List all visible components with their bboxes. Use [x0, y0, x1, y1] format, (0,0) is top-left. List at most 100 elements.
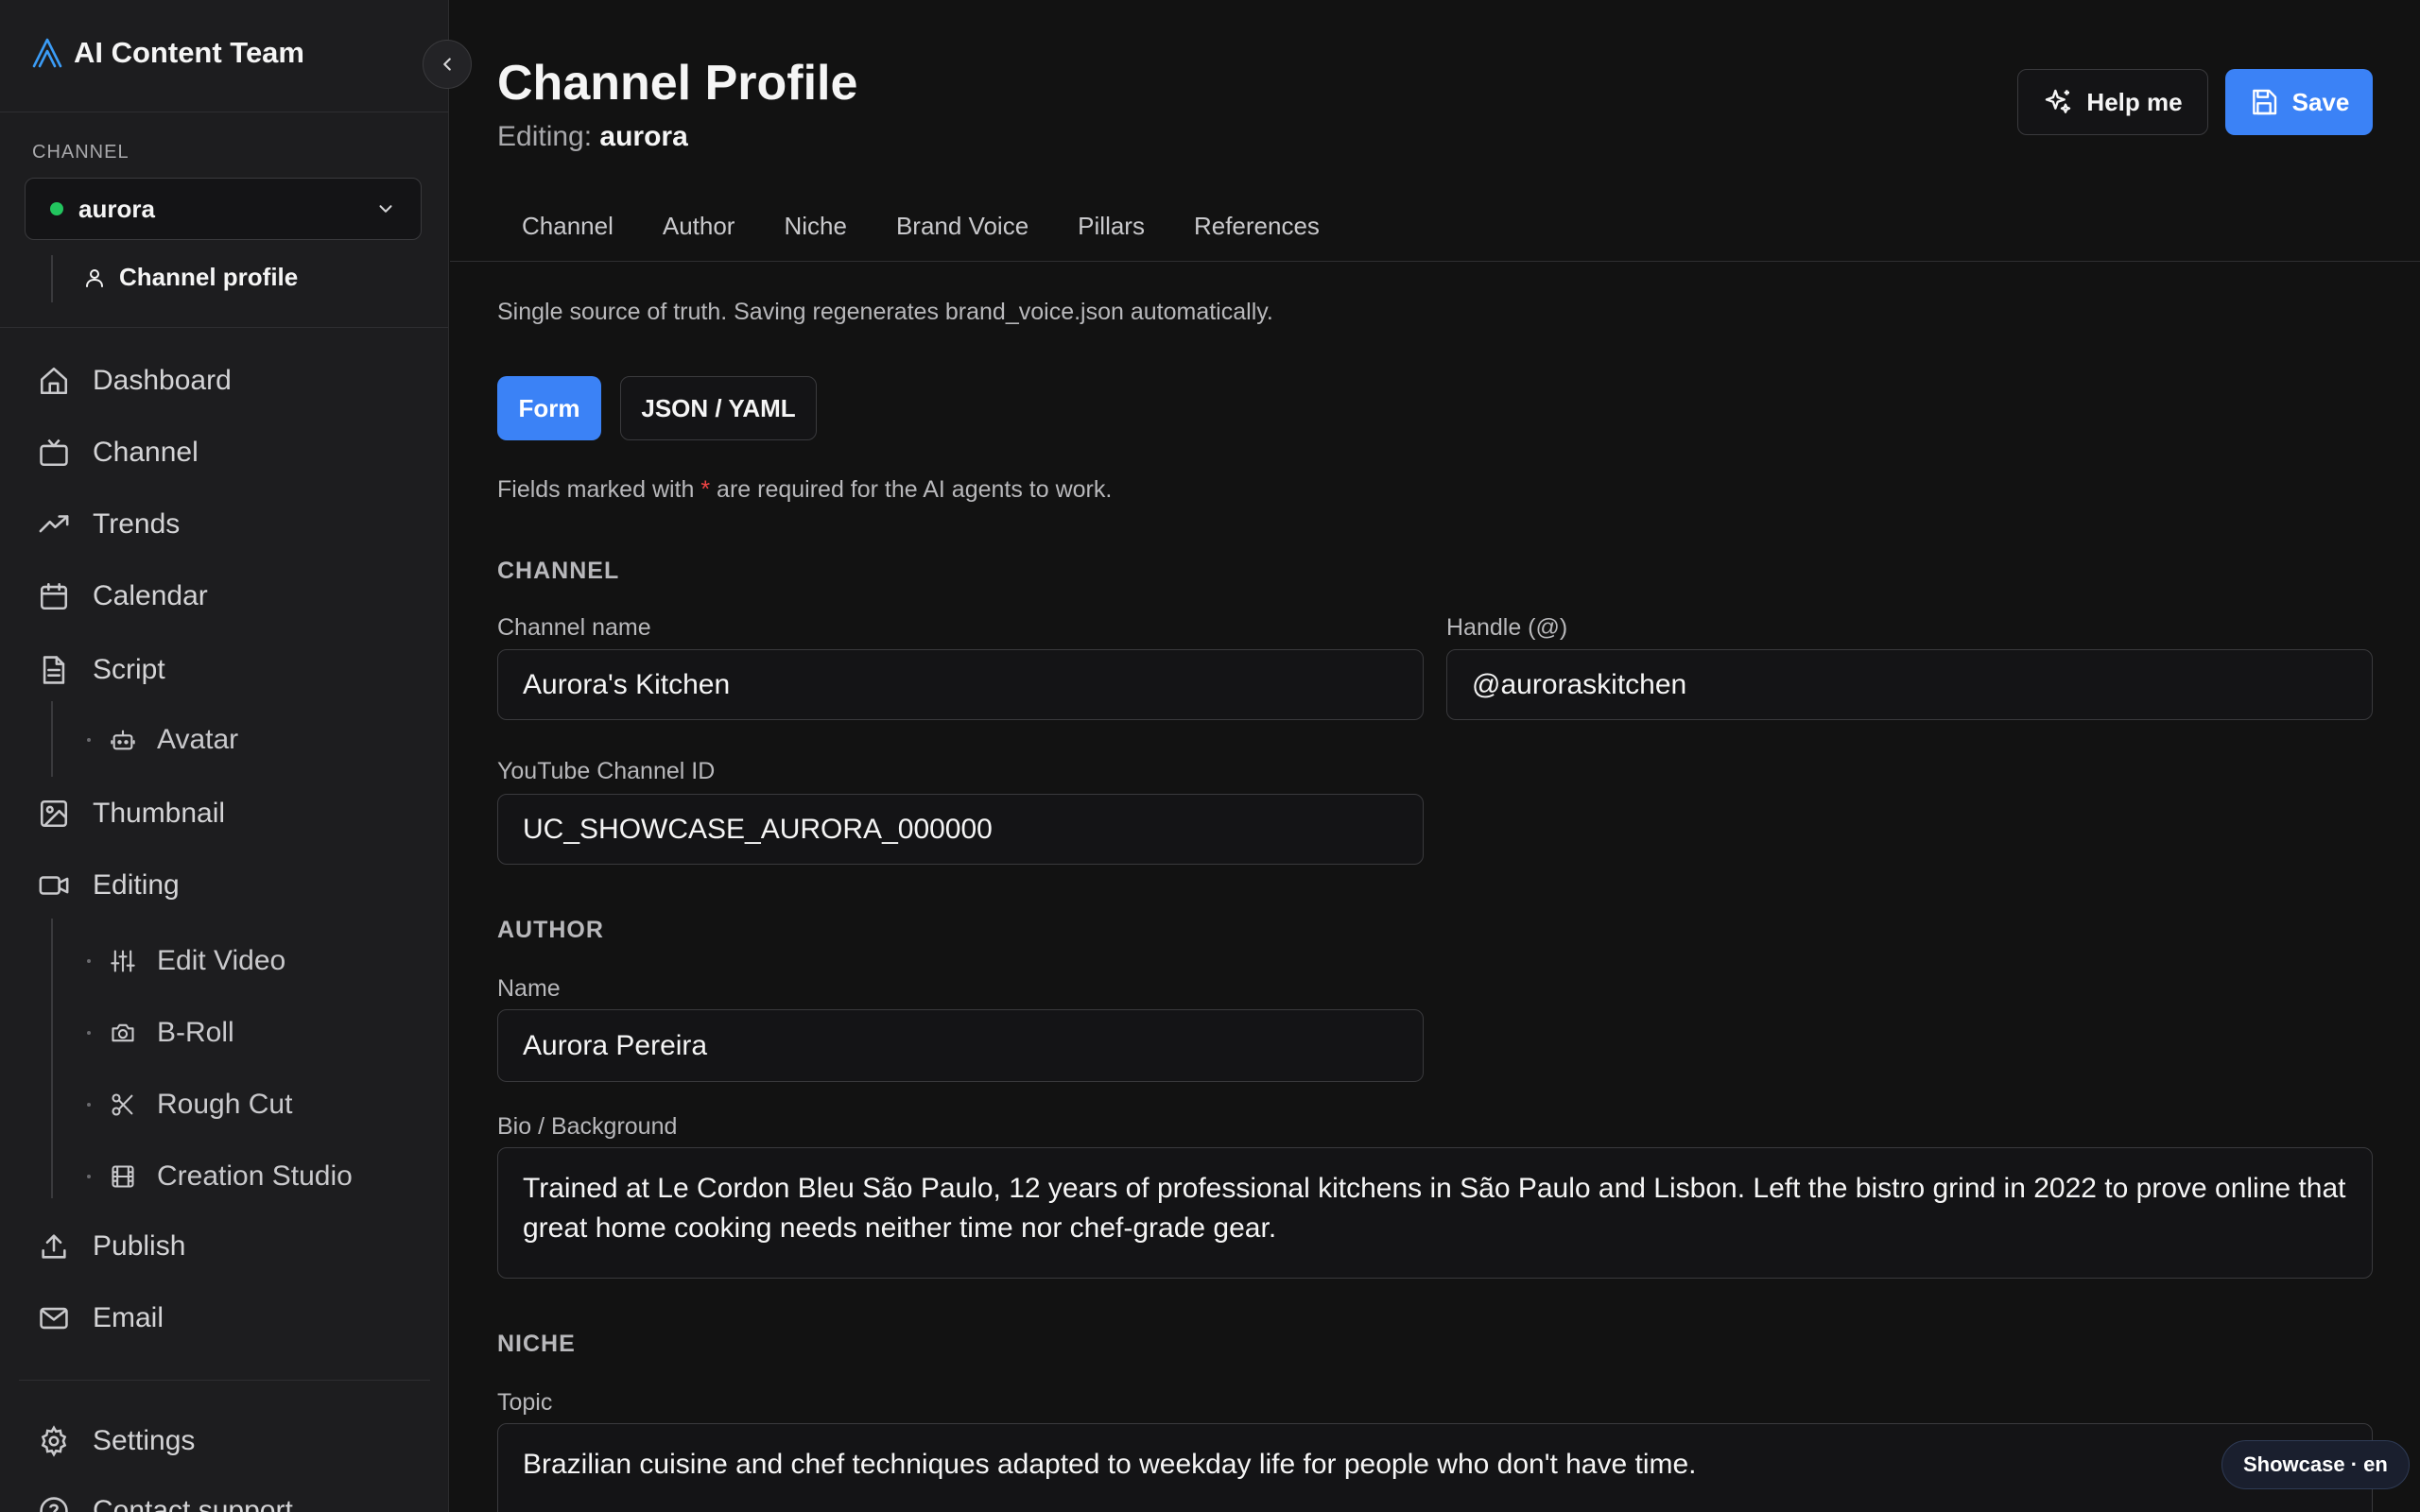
bullet-dot — [87, 1175, 91, 1178]
tab-brand-voice[interactable]: Brand Voice — [872, 210, 1053, 257]
save-button[interactable]: Save — [2225, 69, 2373, 135]
bullet-dot — [87, 738, 91, 742]
sidebar-item-label: Script — [93, 654, 165, 685]
bullet-dot — [87, 1103, 91, 1107]
section-heading-channel: CHANNEL — [497, 558, 620, 584]
sidebar-item-email[interactable]: Email — [38, 1302, 164, 1334]
channel-name-label: Channel name — [497, 614, 651, 641]
tab-channel[interactable]: Channel — [497, 210, 638, 257]
sidebar-item-publish[interactable]: Publish — [38, 1230, 185, 1263]
mail-icon — [40, 1307, 68, 1330]
sidebar-divider — [0, 327, 448, 328]
bullet-dot — [87, 959, 91, 963]
section-heading-author: AUTHOR — [497, 917, 604, 943]
author-name-input[interactable]: Aurora Pereira — [497, 1009, 1424, 1082]
youtube-channel-id-input[interactable]: UC_SHOWCASE_AURORA_000000 — [497, 794, 1424, 865]
home-icon — [40, 367, 68, 395]
showcase-locale-badge[interactable]: Showcase · en — [2221, 1440, 2410, 1489]
tree-line — [51, 701, 53, 777]
mode-form-button[interactable]: Form — [497, 376, 601, 440]
handle-label: Handle (@) — [1446, 614, 1568, 641]
channel-section-label: CHANNEL — [32, 142, 130, 163]
user-icon — [86, 268, 103, 287]
required-note-before: Fields marked with — [497, 476, 701, 503]
tab-author[interactable]: Author — [638, 210, 760, 257]
collapse-sidebar-button[interactable] — [423, 40, 472, 89]
sidebar-item-label: Creation Studio — [157, 1160, 353, 1192]
sidebar-item-label: Dashboard — [93, 365, 232, 396]
sidebar-item-label: Thumbnail — [93, 798, 226, 829]
chevron-left-icon — [443, 58, 451, 71]
help-me-button[interactable]: Help me — [2017, 69, 2208, 135]
sidebar-item-editing[interactable]: Editing — [38, 869, 180, 902]
sidebar-item-channel-profile[interactable]: Channel profile — [83, 263, 298, 292]
bio-textarea[interactable]: Trained at Le Cordon Bleu São Paulo, 12 … — [497, 1147, 2373, 1279]
brand[interactable]: AI Content Team — [30, 36, 304, 70]
sidebar-item-script[interactable]: Script — [38, 654, 165, 686]
sidebar: AI Content Team CHANNEL aurora Channel p… — [0, 0, 449, 1512]
required-star: * — [700, 476, 711, 503]
tabs-divider — [450, 261, 2420, 262]
sidebar-item-creation-studio[interactable]: Creation Studio — [87, 1160, 353, 1193]
mode-json-yaml-button[interactable]: JSON / YAML — [620, 376, 817, 440]
sliders-icon — [111, 950, 135, 972]
sidebar-item-b-roll[interactable]: B-Roll — [87, 1017, 234, 1049]
sidebar-item-label: Editing — [93, 869, 180, 901]
sidebar-item-avatar[interactable]: Avatar — [87, 724, 238, 756]
sidebar-item-label: B-Roll — [157, 1017, 234, 1048]
channel-name-input[interactable]: Aurora's Kitchen — [497, 649, 1424, 720]
sidebar-item-settings[interactable]: Settings — [38, 1425, 195, 1457]
editing-subtitle: Editing: aurora — [497, 121, 688, 153]
topic-textarea[interactable]: Brazilian cuisine and chef techniques ad… — [497, 1423, 2373, 1512]
tree-line — [51, 255, 53, 302]
sidebar-item-label: Channel profile — [119, 263, 299, 291]
page-title: Channel Profile — [497, 56, 858, 111]
sidebar-item-edit-video[interactable]: Edit Video — [87, 945, 285, 977]
handle-input[interactable]: @auroraskitchen — [1446, 649, 2373, 720]
sidebar-item-contact-support[interactable]: Contact support — [38, 1495, 293, 1512]
sidebar-item-trends[interactable]: Trends — [38, 508, 180, 541]
save-label: Save — [2291, 87, 2350, 116]
sidebar-item-label: Settings — [93, 1425, 196, 1456]
section-heading-niche: NICHE — [497, 1331, 576, 1357]
sidebar-item-label: Publish — [93, 1230, 186, 1262]
file-text-icon — [43, 656, 65, 684]
tab-niche[interactable]: Niche — [759, 210, 871, 257]
upload-icon — [42, 1234, 66, 1259]
youtube-channel-id-label: YouTube Channel ID — [497, 758, 716, 784]
chevron-down-icon — [379, 205, 392, 213]
sidebar-item-dashboard[interactable]: Dashboard — [38, 365, 232, 397]
film-icon — [112, 1165, 134, 1188]
bio-label: Bio / Background — [497, 1113, 678, 1140]
intro-note: Single source of truth. Saving regenerat… — [497, 299, 1273, 325]
tree-line — [51, 919, 53, 1198]
gear-icon — [41, 1425, 67, 1457]
sparkles-icon — [2046, 89, 2071, 113]
bullet-dot — [87, 1031, 91, 1035]
tab-references[interactable]: References — [1169, 210, 1344, 257]
sidebar-item-rough-cut[interactable]: Rough Cut — [87, 1089, 292, 1121]
scissors-icon — [112, 1093, 133, 1116]
brand-logo-icon — [32, 38, 62, 68]
video-icon — [39, 876, 69, 895]
required-fields-note: Fields marked with * are required for th… — [497, 476, 1112, 504]
sidebar-item-calendar[interactable]: Calendar — [38, 580, 208, 612]
image-icon — [40, 799, 68, 828]
channel-select[interactable]: aurora — [25, 178, 422, 240]
editing-prefix: Editing: — [497, 121, 600, 152]
tab-pillars[interactable]: Pillars — [1053, 210, 1169, 257]
sidebar-divider — [19, 1380, 430, 1381]
camera-icon — [112, 1023, 134, 1042]
help-me-label: Help me — [2086, 87, 2183, 116]
status-dot — [50, 202, 63, 215]
sidebar-item-label: Avatar — [157, 724, 239, 755]
topic-label: Topic — [497, 1389, 553, 1416]
trending-up-icon — [39, 515, 69, 533]
author-name-label: Name — [497, 975, 561, 1002]
sidebar-item-label: Trends — [93, 508, 181, 540]
sidebar-item-label: Channel — [93, 437, 199, 468]
sidebar-item-thumbnail[interactable]: Thumbnail — [38, 798, 225, 830]
sidebar-item-channel[interactable]: Channel — [38, 437, 199, 469]
save-icon — [2252, 89, 2276, 115]
sidebar-item-label: Rough Cut — [157, 1089, 293, 1120]
